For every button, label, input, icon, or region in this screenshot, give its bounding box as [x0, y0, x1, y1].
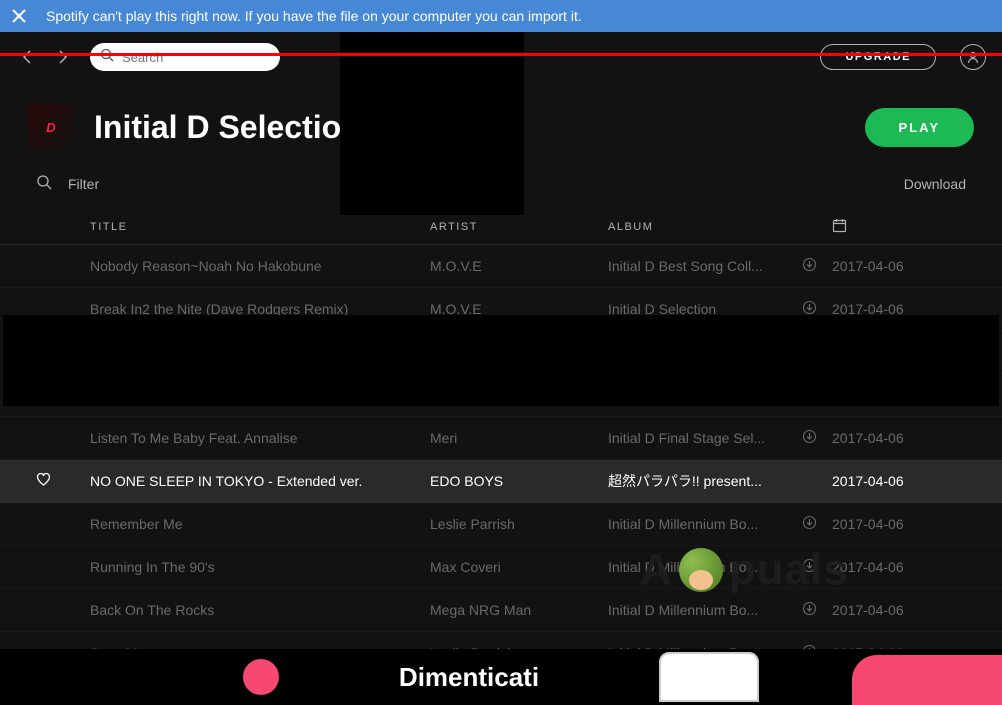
heart-icon[interactable]: [36, 474, 51, 490]
track-album: Initial D Final Stage Sel...: [608, 430, 802, 446]
download-icon[interactable]: [802, 517, 817, 533]
track-row[interactable]: Listen To Me Baby Feat. AnnaliseMeriInit…: [0, 417, 1002, 460]
track-title: Listen To Me Baby Feat. Annalise: [90, 430, 430, 446]
col-date-icon[interactable]: [832, 218, 966, 236]
track-artist: Leslie Parrish: [430, 516, 608, 532]
redaction-box-top: [340, 32, 524, 215]
track-row[interactable]: Running In The 90'sMax CoveriInitial D M…: [0, 546, 1002, 589]
track-title: Running In The 90's: [90, 559, 430, 575]
notification-bar: Spotify can't play this right now. If yo…: [0, 0, 1002, 32]
track-date: 2017-04-06: [832, 559, 966, 575]
bottom-promo: Dimenticati: [0, 649, 1002, 705]
profile-icon[interactable]: [960, 44, 986, 70]
track-title: Back On The Rocks: [90, 602, 430, 618]
track-row[interactable]: Remember MeLeslie ParrishInitial D Mille…: [0, 503, 1002, 546]
search-icon: [100, 48, 114, 67]
play-button[interactable]: PLAY: [865, 108, 974, 147]
search-box[interactable]: [90, 43, 280, 71]
track-row[interactable]: Back On The RocksMega NRG ManInitial D M…: [0, 589, 1002, 632]
track-date: 2017-04-06: [832, 258, 966, 274]
playlist-title: Initial D Selection: [94, 109, 361, 146]
track-date: 2017-04-06: [832, 430, 966, 446]
track-artist: EDO BOYS: [430, 473, 608, 489]
notification-message: Spotify can't play this right now. If yo…: [46, 8, 582, 24]
col-artist[interactable]: ARTIST: [430, 221, 608, 233]
upgrade-button[interactable]: UPGRADE: [820, 44, 936, 70]
nav-forward-icon[interactable]: [50, 45, 74, 69]
col-title[interactable]: TITLE: [90, 221, 430, 233]
track-album: 超然パラパラ!! present...: [608, 471, 802, 491]
track-date: 2017-04-06: [832, 516, 966, 532]
track-title: Nobody Reason~Noah No Hakobune: [90, 258, 430, 274]
track-album: Initial D Best Song Coll...: [608, 258, 802, 274]
filter-input[interactable]: Filter: [68, 176, 99, 192]
annotation-red-line: [0, 53, 1002, 56]
track-album: Initial D Millennium Bo...: [608, 602, 802, 618]
close-icon[interactable]: [10, 7, 28, 25]
promo-text: Dimenticati: [399, 662, 539, 693]
track-album: Initial D Millennium Bo...: [608, 516, 802, 532]
playlist-art[interactable]: D: [28, 104, 74, 150]
track-table: TITLE ARTIST ALBUM Nobody Reason~Noah No…: [0, 209, 1002, 675]
track-date: 2017-04-06: [832, 473, 966, 489]
promo-pill-icon: [852, 655, 1002, 705]
track-date: 2017-04-06: [832, 602, 966, 618]
redaction-box-mid: [3, 315, 999, 406]
watermark-avatar-icon: [679, 548, 723, 592]
track-artist: M.O.V.E: [430, 258, 608, 274]
nav-back-icon[interactable]: [16, 45, 40, 69]
watermark: A puals: [640, 545, 849, 595]
track-row[interactable]: NO ONE SLEEP IN TOKYO - Extended ver.EDO…: [0, 460, 1002, 503]
track-row[interactable]: Nobody Reason~Noah No HakobuneM.O.V.EIni…: [0, 245, 1002, 288]
download-icon[interactable]: [802, 259, 817, 275]
promo-blob-icon: [243, 659, 279, 695]
search-input[interactable]: [122, 50, 298, 65]
download-toggle-label[interactable]: Download: [904, 176, 966, 192]
download-icon[interactable]: [802, 431, 817, 447]
col-album[interactable]: ALBUM: [608, 221, 802, 233]
track-title: Remember Me: [90, 516, 430, 532]
download-icon[interactable]: [802, 603, 817, 619]
promo-phone-icon: [659, 652, 759, 702]
track-artist: Meri: [430, 430, 608, 446]
track-artist: Mega NRG Man: [430, 602, 608, 618]
track-artist: Max Coveri: [430, 559, 608, 575]
filter-icon: [36, 174, 68, 193]
track-title: NO ONE SLEEP IN TOKYO - Extended ver.: [90, 473, 430, 489]
